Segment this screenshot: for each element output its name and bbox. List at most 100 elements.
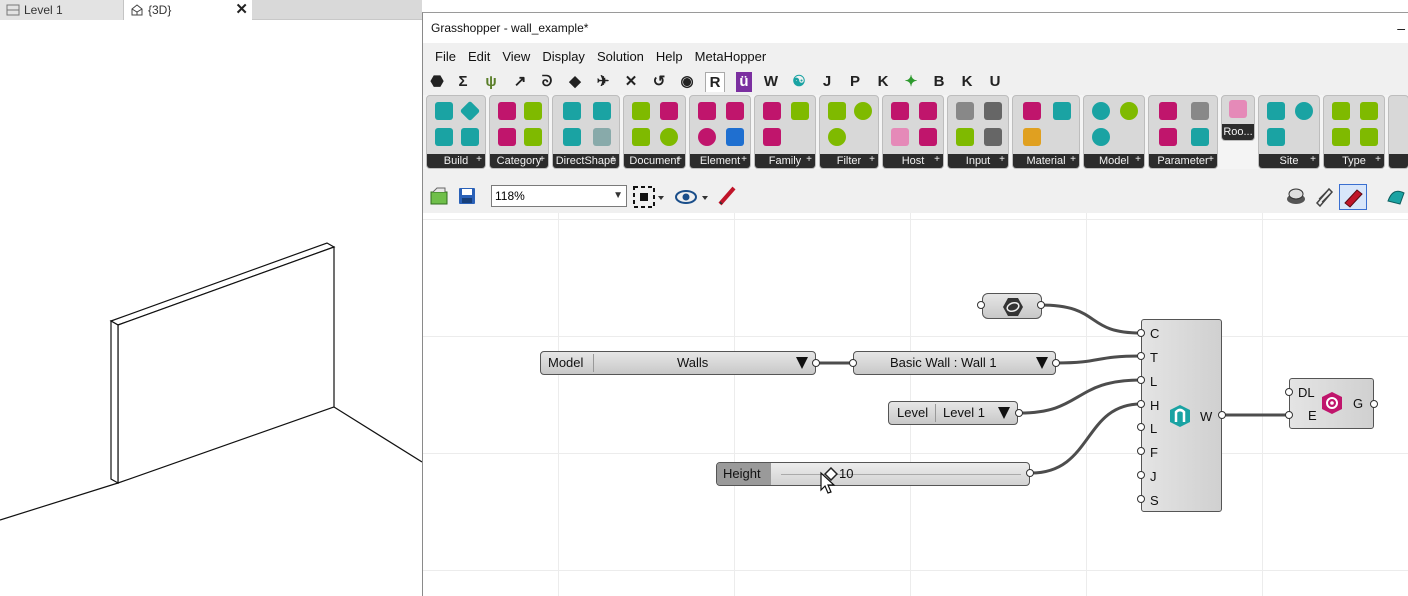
component-icon <box>1332 128 1350 146</box>
input-grip[interactable] <box>849 359 857 367</box>
tab-j[interactable]: J <box>817 72 837 92</box>
component-icon <box>956 102 974 120</box>
category-picker[interactable]: Model Walls <box>540 351 816 375</box>
dropdown-arrow-icon[interactable] <box>997 406 1011 420</box>
tab-ui[interactable]: ü <box>736 72 752 92</box>
panel-build[interactable]: Build <box>426 95 486 169</box>
dropdown-arrow-icon[interactable] <box>1035 356 1049 370</box>
wall-type-value: Basic Wall : Wall 1 <box>890 355 997 370</box>
tab-u[interactable]: U <box>985 72 1005 92</box>
floor-plan-icon <box>6 4 20 16</box>
tab-vector[interactable]: ↗ <box>510 72 530 92</box>
rhino-inside-icon[interactable] <box>1385 185 1407 207</box>
preview-shaded-icon[interactable] <box>1285 185 1307 207</box>
menu-solution[interactable]: Solution <box>593 45 652 69</box>
menu-metahopper[interactable]: MetaHopper <box>691 45 775 69</box>
input-grip-f[interactable] <box>1137 447 1145 455</box>
open-file-icon[interactable] <box>429 186 449 206</box>
panel-filter[interactable]: Filter <box>819 95 879 169</box>
tab-yinyang[interactable]: ☯ <box>789 72 809 92</box>
panel-parameter[interactable]: Parameter <box>1148 95 1218 169</box>
menu-display[interactable]: Display <box>538 45 593 69</box>
menu-help[interactable]: Help <box>652 45 691 69</box>
panel-overflow[interactable] <box>1388 95 1408 169</box>
panel-input[interactable]: Input <box>947 95 1009 169</box>
revit-3d-viewport[interactable] <box>0 20 423 596</box>
save-file-icon[interactable] <box>457 186 477 206</box>
panel-model[interactable]: Model <box>1083 95 1145 169</box>
preview-eye-icon[interactable] <box>675 186 711 208</box>
input-grip-s[interactable] <box>1137 495 1145 503</box>
output-grip-g[interactable] <box>1370 400 1378 408</box>
menu-edit[interactable]: Edit <box>464 45 498 69</box>
component-icon <box>854 102 872 120</box>
sketch-pen-icon[interactable] <box>717 185 739 207</box>
output-grip-w[interactable] <box>1218 411 1226 419</box>
panel-document[interactable]: Document <box>623 95 686 169</box>
output-grip[interactable] <box>1015 409 1023 417</box>
tab-surface[interactable]: ◆ <box>565 72 585 92</box>
preview-selected-icon <box>1344 189 1363 208</box>
tab-p[interactable]: P <box>845 72 865 92</box>
input-grip-j[interactable] <box>1137 471 1145 479</box>
input-l: L <box>1150 374 1158 389</box>
add-wall-component[interactable]: C T L H L F J S W <box>1141 319 1222 512</box>
panel-type[interactable]: Type <box>1323 95 1385 169</box>
menu-file[interactable]: File <box>423 45 464 69</box>
tab-transform[interactable]: ↺ <box>649 72 669 92</box>
panel-directshape[interactable]: DirectShape <box>552 95 620 169</box>
pipe-param-node[interactable] <box>982 293 1042 319</box>
tab-intersect[interactable]: ✕ <box>621 72 641 92</box>
tab-sets[interactable]: ψ <box>481 72 501 92</box>
panel-material[interactable]: Material <box>1012 95 1080 169</box>
close-tab-icon[interactable]: ✕ <box>235 0 248 20</box>
tab-b[interactable]: B <box>929 72 949 92</box>
tab-w[interactable]: W <box>761 72 781 92</box>
panel-element[interactable]: Element <box>689 95 751 169</box>
panel-caption <box>1389 154 1408 168</box>
dropdown-arrow-icon[interactable] <box>795 356 809 370</box>
slider-track[interactable] <box>781 474 1021 475</box>
output-grip[interactable] <box>1026 469 1034 477</box>
zoom-dropdown[interactable]: 118% ▼ <box>491 185 627 207</box>
input-grip-e[interactable] <box>1285 411 1293 419</box>
input-grip-h[interactable] <box>1137 400 1145 408</box>
input-grip-c[interactable] <box>1137 329 1145 337</box>
input-grip-l[interactable] <box>1137 376 1145 384</box>
tab-mesh[interactable]: ✈ <box>593 72 613 92</box>
level-picker[interactable]: Level Level 1 <box>888 401 1018 425</box>
panel-room[interactable]: Roo... <box>1221 95 1255 141</box>
output-grip[interactable] <box>1052 359 1060 367</box>
panel-host[interactable]: Host <box>882 95 944 169</box>
gh-canvas[interactable]: Model Walls Basic Wall : Wall 1 Level Le… <box>423 213 1408 596</box>
output-grip[interactable] <box>1037 301 1045 309</box>
panel-family[interactable]: Family <box>754 95 816 169</box>
menu-view[interactable]: View <box>498 45 538 69</box>
panel-site[interactable]: Site <box>1258 95 1320 169</box>
wall-type-picker[interactable]: Basic Wall : Wall 1 <box>853 351 1056 375</box>
component-ribbon: Build Category DirectShape <box>423 95 1408 169</box>
element-geometry-component[interactable]: DL E G <box>1289 378 1374 429</box>
tab-k2[interactable]: K <box>957 72 977 92</box>
minimize-button[interactable]: – <box>1397 13 1405 43</box>
height-slider[interactable]: Height 10 <box>716 462 1030 486</box>
tab-params[interactable]: ⬣ <box>427 72 447 92</box>
input-grip[interactable] <box>977 301 985 309</box>
preview-wireframe-icon[interactable] <box>1313 185 1335 207</box>
tab-rhino-inside-revit[interactable]: R <box>705 72 725 92</box>
input-grip-l2[interactable] <box>1137 423 1145 431</box>
input-dl: DL <box>1298 385 1315 400</box>
zoom-extents-icon[interactable] <box>633 186 665 208</box>
tab-maths[interactable]: Σ <box>453 72 473 92</box>
tab-3d-view[interactable]: {3D} ✕ <box>124 0 252 20</box>
input-grip-dl[interactable] <box>1285 388 1293 396</box>
tab-k[interactable]: K <box>873 72 893 92</box>
tab-display[interactable]: ◉ <box>677 72 697 92</box>
tab-curve[interactable]: ᘐ <box>537 72 557 92</box>
tab-level-1[interactable]: Level 1 <box>0 0 124 20</box>
tab-grasshopper[interactable]: ✦ <box>901 72 921 92</box>
preview-selected-toggle[interactable] <box>1339 184 1367 210</box>
input-grip-t[interactable] <box>1137 352 1145 360</box>
panel-category[interactable]: Category <box>489 95 549 169</box>
output-grip[interactable] <box>812 359 820 367</box>
